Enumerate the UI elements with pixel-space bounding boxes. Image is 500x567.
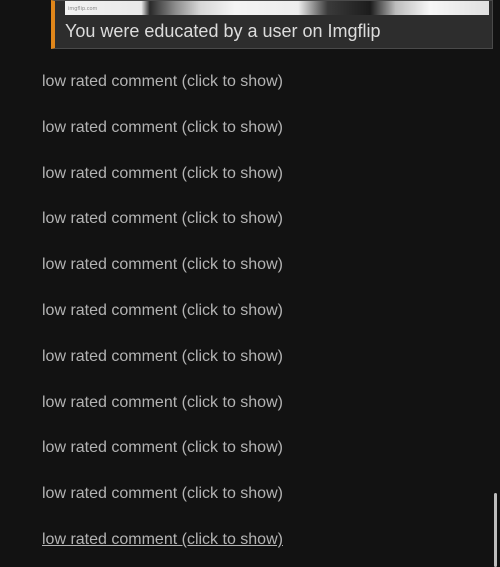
low-rated-comment-link[interactable]: low rated comment (click to show) <box>42 430 283 476</box>
page: imgflip.com You were educated by a user … <box>0 0 500 567</box>
meme-caption: You were educated by a user on Imgflip <box>65 21 381 41</box>
low-rated-comment-link[interactable]: low rated comment (click to show) <box>42 476 283 522</box>
low-rated-comment-link[interactable]: low rated comment (click to show) <box>42 110 283 156</box>
imgflip-watermark: imgflip.com <box>68 6 98 12</box>
low-rated-comment-link-hovered[interactable]: low rated comment (click to show) <box>42 522 283 567</box>
comment-list: low rated comment (click to show) low ra… <box>42 64 283 567</box>
low-rated-comment-link[interactable]: low rated comment (click to show) <box>42 64 283 110</box>
low-rated-comment-link[interactable]: low rated comment (click to show) <box>42 339 283 385</box>
meme-image[interactable]: imgflip.com <box>65 1 489 15</box>
meme-card[interactable]: imgflip.com You were educated by a user … <box>51 0 493 49</box>
low-rated-comment-link[interactable]: low rated comment (click to show) <box>42 201 283 247</box>
low-rated-comment-link[interactable]: low rated comment (click to show) <box>42 293 283 339</box>
low-rated-comment-link[interactable]: low rated comment (click to show) <box>42 156 283 202</box>
low-rated-comment-link[interactable]: low rated comment (click to show) <box>42 385 283 431</box>
scrollbar-thumb[interactable] <box>494 493 497 567</box>
low-rated-comment-link[interactable]: low rated comment (click to show) <box>42 247 283 293</box>
